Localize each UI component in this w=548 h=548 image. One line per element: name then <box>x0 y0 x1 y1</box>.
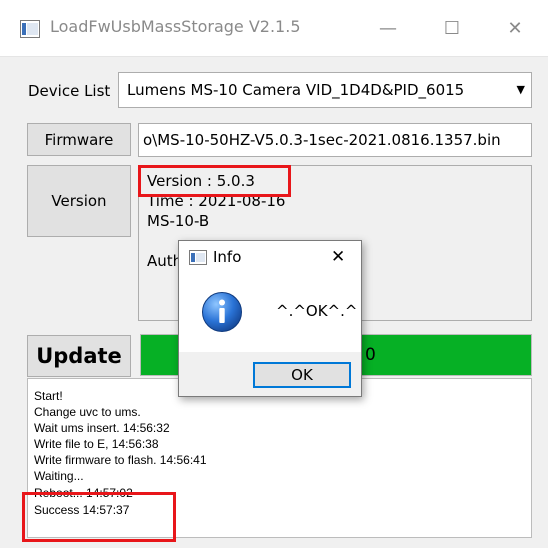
log-line: Wait ums insert. 14:56:32 <box>34 421 170 435</box>
info-dialog: Info ✕ ^.^OK^.^ OK <box>178 240 362 397</box>
app-icon <box>20 20 40 38</box>
dialog-close-icon[interactable]: ✕ <box>331 247 345 267</box>
title-bar: LoadFwUsbMassStorage V2.1.5 — ☐ ✕ <box>0 0 548 57</box>
firmware-button[interactable]: Firmware <box>27 123 131 156</box>
main-window: LoadFwUsbMassStorage V2.1.5 — ☐ ✕ Device… <box>0 0 548 548</box>
dialog-message: ^.^OK^.^ <box>276 302 358 320</box>
close-button[interactable]: ✕ <box>500 17 530 41</box>
version-highlight-box <box>138 165 291 197</box>
window-title: LoadFwUsbMassStorage V2.1.5 <box>50 17 301 36</box>
version-button[interactable]: Version <box>27 165 131 237</box>
ok-button[interactable]: OK <box>253 362 351 388</box>
update-button[interactable]: Update <box>27 335 131 377</box>
dialog-title-bar: Info ✕ <box>179 241 361 271</box>
log-highlight-box <box>22 492 176 542</box>
device-selected-value: Lumens MS-10 Camera VID_1D4D&PID_6015 <box>127 81 465 99</box>
log-line: Start! <box>34 389 63 403</box>
chevron-down-icon: ▼ <box>516 83 525 96</box>
dialog-app-icon <box>189 250 207 265</box>
log-line: Write file to E, 14:56:38 <box>34 437 159 451</box>
progress-text: 0 <box>365 345 376 365</box>
device-list-label: Device List <box>28 82 111 100</box>
log-line: Change uvc to ums. <box>34 405 141 419</box>
author-line: Auth <box>147 252 183 270</box>
log-line: Write firmware to flash. 14:56:41 <box>34 453 207 467</box>
firmware-path-field[interactable]: o\MS-10-50HZ-V5.0.3-1sec-2021.0816.1357.… <box>138 123 532 157</box>
info-icon <box>202 292 242 332</box>
log-line: Waiting... <box>34 469 84 483</box>
minimize-button[interactable]: — <box>373 17 403 41</box>
device-list-dropdown[interactable]: Lumens MS-10 Camera VID_1D4D&PID_6015 ▼ <box>118 72 532 108</box>
model-line: MS-10-B <box>147 212 210 230</box>
maximize-button[interactable]: ☐ <box>437 17 467 41</box>
dialog-title: Info <box>213 248 242 266</box>
